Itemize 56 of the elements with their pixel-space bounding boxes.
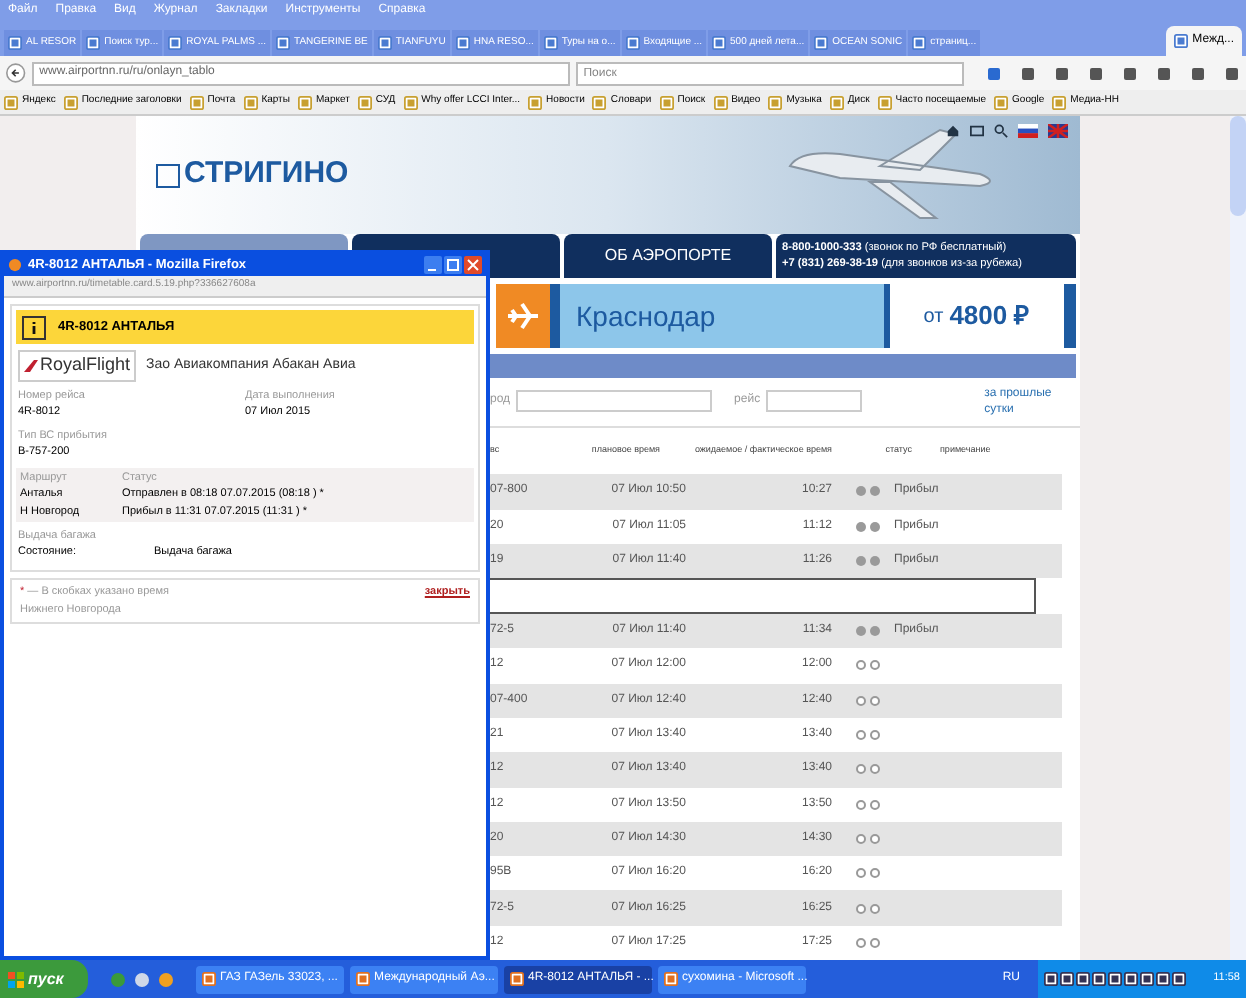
bookmark-icon: [659, 95, 674, 109]
info-icon: [22, 315, 46, 339]
page-icon: [8, 36, 22, 50]
page-icon: [814, 36, 829, 50]
page-icon: [168, 36, 183, 50]
page-icon: [712, 36, 727, 50]
city-field[interactable]: [516, 390, 713, 413]
bookmark-icon: [4, 95, 18, 109]
banner-price: 4800 ₽: [949, 298, 1031, 335]
close-icon[interactable]: [464, 256, 482, 274]
windows-logo-icon: [8, 971, 24, 987]
minimize-icon[interactable]: [424, 256, 442, 274]
bookmark-icon: [403, 95, 418, 109]
browser-icon: [8, 258, 22, 272]
bookmark-icon: [768, 95, 783, 109]
mail-icon[interactable]: [970, 124, 984, 138]
bookmark-icon: [357, 95, 372, 109]
bookmark-icon: [297, 95, 312, 109]
russian-flag-icon[interactable]: [1018, 124, 1038, 138]
site-nav-tab[interactable]: ОБ АЭРОПОРТЕ: [564, 234, 772, 279]
logo-icon: [156, 163, 180, 188]
page-icon: [1174, 34, 1189, 48]
bookmark-icon: [1052, 95, 1067, 109]
bookmark-icon: [713, 95, 728, 109]
back-icon[interactable]: [6, 62, 26, 84]
app-icon: [664, 972, 678, 986]
page-icon: [455, 36, 470, 50]
bookmark-icon: [994, 95, 1009, 109]
bookmark-icon: [877, 95, 892, 109]
page-icon: [543, 36, 558, 50]
start-button[interactable]: пуск: [0, 960, 88, 998]
bookmark-icon: [592, 95, 607, 109]
page-icon: [377, 36, 392, 50]
app-icon: [202, 972, 216, 986]
site-logo: СТРИГИНО: [156, 152, 349, 198]
scrollbar[interactable]: [1230, 116, 1246, 960]
airline-logo: RoyalFlight: [18, 350, 137, 382]
wing-icon: [24, 360, 38, 372]
banner-city: Краснодар: [576, 297, 716, 336]
app-icon: [356, 972, 370, 986]
app-icon: [510, 972, 524, 986]
price-prefix: от: [923, 303, 944, 332]
search-icon[interactable]: [994, 124, 1008, 138]
page-icon: [625, 36, 640, 50]
airplane-icon: [496, 284, 550, 349]
flight-field[interactable]: [766, 390, 863, 413]
maximize-icon[interactable]: [444, 256, 462, 274]
bookmark-icon: [63, 95, 78, 109]
page-icon: [86, 36, 101, 50]
page-icon: [276, 36, 291, 50]
bookmark-icon: [243, 95, 258, 109]
banner-stripe: [1064, 284, 1076, 349]
bookmark-icon: [189, 95, 204, 109]
bookmark-icon: [528, 95, 543, 109]
page-icon: [912, 36, 927, 50]
bookmark-icon: [829, 95, 844, 109]
